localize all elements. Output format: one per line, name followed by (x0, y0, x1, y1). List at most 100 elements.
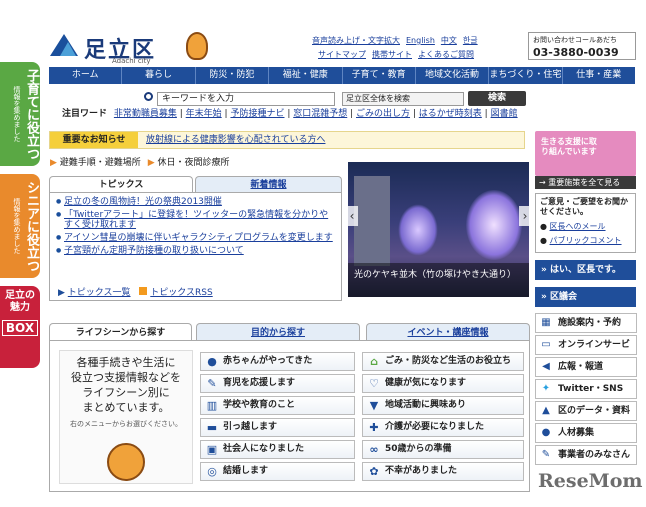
topics-rss-link[interactable]: トピックスRSS (150, 288, 212, 298)
util-sitemap-link[interactable]: サイトマップ (318, 50, 366, 59)
tab-purpose[interactable]: 目的から探す (196, 323, 360, 341)
util-faq-link[interactable]: よくあるご質問 (418, 50, 474, 59)
page: 子育てに役立つ 情報を集めました シニアに役立つ 情報を集めました 足立の魅力 … (0, 0, 646, 507)
life-health[interactable]: ♡ 健康が気になります (362, 374, 524, 393)
tab-topics[interactable]: トピックス (49, 176, 193, 192)
featured-photo[interactable]: ‹ › 光のケヤキ並木（竹の塚けやき大通り） (348, 162, 529, 297)
side-tab-charm-box: BOX (2, 320, 38, 336)
intro-line: 役立つ支援情報などを (71, 371, 181, 384)
life-label: 社会人になりました (223, 444, 305, 454)
notice-link[interactable]: 放射線による健康影響を心配されている方へ (146, 132, 325, 148)
life-fifty[interactable]: ∞ 50歳からの準備 (362, 440, 524, 459)
attention-item[interactable]: 図書館 (491, 109, 518, 119)
photo-next-icon[interactable]: › (519, 206, 529, 226)
photo-caption[interactable]: 光のケヤキ並木（竹の塚けやき大通り） (348, 263, 529, 297)
nav-home[interactable]: ホーム (49, 67, 123, 84)
nav-work[interactable]: 仕事・産業 (563, 67, 635, 84)
nav-welfare[interactable]: 福祉・健康 (269, 67, 343, 84)
attention-item[interactable]: 年末年始 (186, 109, 222, 119)
service-jobs[interactable]: ● 人材募集 (535, 423, 637, 443)
life-label: 育児を応援します (223, 378, 296, 388)
service-label: 広報・報道 (558, 362, 604, 372)
nav-safety[interactable]: 防災・防犯 (196, 67, 270, 84)
topic-item[interactable]: アイソン彗星の崩壊に伴いギャラクシティプログラムを変更します (56, 233, 335, 243)
topic-item[interactable]: 子宮頸がん定期予防接種の取り扱いについて (56, 246, 335, 256)
contact-box[interactable]: お問い合わせコールあだち 03-3880-0039 (528, 32, 636, 60)
util-english-link[interactable]: English (406, 36, 435, 45)
service-twitter[interactable]: ✦ Twitter・SNS (535, 379, 637, 399)
support-banner-text: 生きる支援に取り組んでいます (541, 137, 597, 156)
support-link[interactable]: → 重要施策を全て見る (535, 176, 636, 189)
chevron-icon: ▶ (147, 158, 155, 168)
important-notice-bar: 重要なお知らせ 放射線による健康影響を心配されている方へ (49, 131, 525, 149)
service-label: Twitter・SNS (558, 384, 624, 394)
side-tab-childcare[interactable]: 子育てに役立つ 情報を集めました (0, 62, 40, 166)
service-online[interactable]: ▭オンラインサービス (535, 335, 637, 368)
tab-lifescene[interactable]: ライフシーンから探す (49, 323, 192, 341)
photo-prev-icon[interactable]: ‹ (348, 206, 358, 226)
life-community[interactable]: ▼ 地域活動に興味あり (362, 396, 524, 415)
attention-item[interactable]: はるかぜ時刻表 (419, 109, 482, 119)
life-label: ごみ・防災など生活のお役立ち (385, 356, 512, 366)
life-school[interactable]: ▥ 学校や教育のこと (200, 396, 355, 415)
life-label: 不幸がありました (385, 466, 458, 476)
side-tab-charm[interactable]: 足立の魅力 BOX (0, 286, 40, 368)
council-button[interactable]: » 区議会 (535, 287, 636, 307)
attention-label: 注目ワード (62, 109, 108, 119)
topic-item[interactable]: 足立の冬の風物詩！光の祭典2013開催 (56, 197, 335, 207)
life-worker[interactable]: ▣ 社会人になりました (200, 440, 355, 459)
attention-item[interactable]: ごみの出し方 (356, 109, 410, 119)
util-voice-link[interactable]: 音声読み上げ・文字拡大 (312, 36, 400, 45)
logo-mark-icon[interactable] (50, 34, 78, 56)
support-banner[interactable]: 生きる支援に取り組んでいます (535, 131, 636, 176)
opinion-comment-link[interactable]: パブリックコメント (550, 236, 622, 245)
photo-tree (466, 190, 522, 260)
topic-item[interactable]: 「Twitterアラート」に登録を！ツイッターの緊急情報を分かりやすく受け取れま… (56, 210, 335, 230)
side-tab-senior[interactable]: シニアに役立つ 情報を集めました (0, 174, 40, 278)
life-label: 50歳からの準備 (385, 444, 452, 454)
util-mobile-link[interactable]: 携帯サイト (372, 50, 412, 59)
person-icon: ● (541, 427, 551, 438)
service-facility[interactable]: ▦ 施設案内・予約 (535, 313, 637, 333)
search-scope-select[interactable]: 足立区全体を検索 (342, 92, 464, 106)
service-data[interactable]: ▲ 区のデータ・資料 (535, 401, 637, 421)
life-childcare[interactable]: ✎ 育児を応援します (200, 374, 355, 393)
attention-item[interactable]: 予防接種ナビ (230, 109, 284, 119)
tab-news[interactable]: 新着情報 (195, 176, 342, 192)
nav-culture[interactable]: 地域文化活動 (416, 67, 490, 84)
life-marriage[interactable]: ◎ 結婚します (200, 462, 355, 481)
life-label: 学校や教育のこと (223, 400, 296, 410)
quick-link-clinic[interactable]: 休日・夜間診療所 (157, 158, 229, 168)
life-care[interactable]: ✚ 介護が必要になりました (362, 418, 524, 437)
ring-icon: ◎ (207, 465, 217, 478)
care-icon: ✚ (369, 421, 379, 434)
attention-item[interactable]: 非常勤職員募集 (114, 109, 177, 119)
quick-link-evacuation[interactable]: 避難手順・避難場所 (60, 158, 141, 168)
service-pr[interactable]: ◀ 広報・報道 (535, 357, 637, 377)
life-daily[interactable]: ⌂ ごみ・防災など生活のお役立ち (362, 352, 524, 371)
life-label: 結婚します (223, 466, 269, 476)
service-business[interactable]: ✎ 事業者のみなさん (535, 445, 637, 465)
opinion-mail-link[interactable]: 区長へのメール (550, 222, 606, 231)
util-chinese-link[interactable]: 中文 (441, 36, 457, 45)
nav-childcare[interactable]: 子育て・教育 (343, 67, 416, 84)
topics-more-link[interactable]: トピックス一覧 (68, 288, 131, 298)
search-button[interactable]: 検索 (468, 91, 526, 106)
chevron-icon: ▶ (50, 158, 57, 168)
house-icon: ⌂ (370, 355, 378, 368)
life-bereavement[interactable]: ✿ 不幸がありました (362, 462, 524, 481)
util-korean-link[interactable]: 한글 (463, 36, 478, 45)
pen-icon: ✎ (541, 449, 551, 460)
people-icon: ▼ (369, 399, 379, 412)
contact-number: 03-3880-0039 (533, 46, 619, 59)
life-label: 介護が必要になりました (385, 422, 485, 432)
nav-town[interactable]: まちづくり・住宅 (489, 67, 563, 84)
search-input[interactable]: キーワードを入力 (157, 92, 335, 106)
life-baby[interactable]: ● 赤ちゃんがやってきた (200, 352, 355, 371)
tab-events[interactable]: イベント・講座情報 (366, 323, 530, 341)
attention-item[interactable]: 窓口混雑予想 (293, 109, 347, 119)
nav-life[interactable]: 暮らし (122, 67, 196, 84)
mayor-button[interactable]: » はい、区長です。 (535, 260, 636, 280)
watermark: ReseMom (538, 470, 643, 492)
life-moving[interactable]: ▬ 引っ越します (200, 418, 355, 437)
